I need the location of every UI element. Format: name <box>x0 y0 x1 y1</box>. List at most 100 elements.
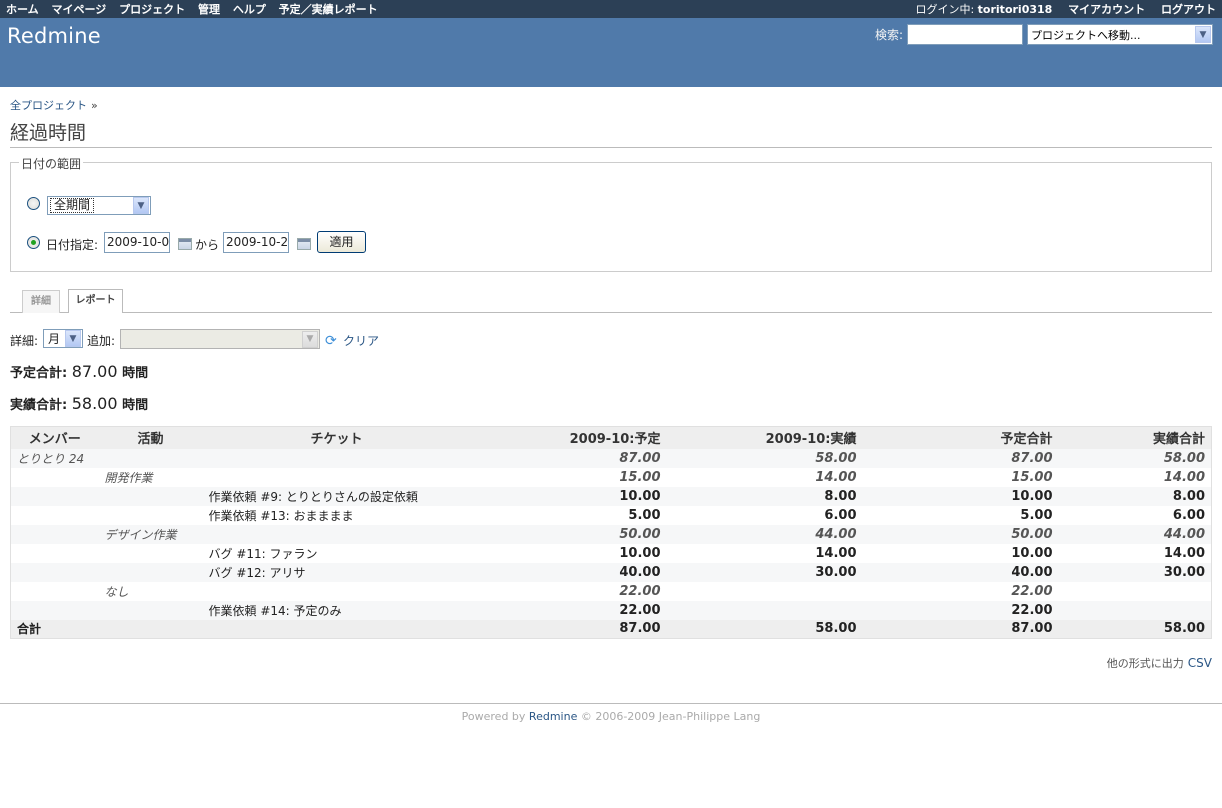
date-from-input[interactable]: 2009-10-0 <box>104 232 170 253</box>
columns-select[interactable]: 月 ▼ <box>43 329 83 348</box>
table-row: 作業依頼 #14: 予定のみ 22.00 22.00 <box>10 600 1212 620</box>
cell-member <box>10 562 99 582</box>
footer-copyright: © 2006-2009 Jean-Philippe Lang <box>580 710 761 723</box>
menu-home-link[interactable]: ホーム <box>6 3 39 16</box>
detail-label: 詳細: <box>10 334 39 348</box>
apply-button[interactable]: 適用 <box>317 231 366 253</box>
cell-planned-total: 22.00 <box>862 581 1059 601</box>
cell-member <box>10 467 99 487</box>
cell-ticket: 作業依頼 #14: 予定のみ <box>202 600 471 620</box>
footer: Powered by Redmine © 2006-2009 Jean-Phil… <box>0 703 1222 723</box>
login-user[interactable]: toritori0318 <box>978 3 1053 16</box>
cell-month-actual <box>666 581 863 601</box>
chevron-down-icon: ▼ <box>302 330 318 348</box>
cell-activity <box>98 448 203 468</box>
menu-projects-link[interactable]: プロジェクト <box>119 3 185 16</box>
menu-admin-link[interactable]: 管理 <box>198 3 220 16</box>
other-formats: 他の形式に出力 CSV <box>1107 655 1212 671</box>
breadcrumb-separator: » <box>91 99 98 112</box>
logged-in-as: ログイン中: toritori0318 <box>903 3 1052 16</box>
cell-planned-total: 15.00 <box>862 467 1059 487</box>
chevron-down-icon: ▼ <box>133 197 149 214</box>
menu-help-link[interactable]: ヘルプ <box>233 3 266 16</box>
period-select[interactable]: 全期間 ▼ <box>47 196 151 215</box>
footer-redmine-link[interactable]: Redmine <box>529 710 577 723</box>
time-report-table: メンバー 活動 チケット 2009-10:予定 2009-10:実績 予定合計 … <box>10 426 1212 639</box>
cell-month-actual: 14.00 <box>666 467 863 487</box>
column-header-ticket: チケット <box>202 426 471 449</box>
top-menu-left: ホーム マイページ プロジェクト 管理 ヘルプ 予定／実績レポート <box>6 1 387 17</box>
cell-actual-total: 30.00 <box>1058 562 1212 582</box>
menu-plan-actual-report-link[interactable]: 予定／実績レポート <box>279 3 378 16</box>
cell-month-actual: 14.00 <box>666 543 863 563</box>
csv-export-link[interactable]: CSV <box>1188 656 1212 670</box>
search-input[interactable] <box>907 24 1023 45</box>
logout-link[interactable]: ログアウト <box>1161 3 1216 16</box>
app-title: Redmine <box>7 24 101 48</box>
hours-unit: 時間 <box>122 366 149 381</box>
clear-label: クリア <box>343 334 380 348</box>
cell-actual-total: 8.00 <box>1058 486 1212 506</box>
menu-my-page-link[interactable]: マイページ <box>52 3 107 16</box>
search-label: 検索: <box>874 28 903 42</box>
cell-ticket <box>202 581 471 601</box>
planned-total: 予定合計: 87.00 時間 <box>10 362 148 381</box>
tab-report[interactable]: レポート <box>68 289 123 313</box>
login-label: ログイン中: <box>915 3 975 16</box>
column-header-member: メンバー <box>10 426 99 449</box>
tabs: 詳細 レポート <box>10 289 1212 313</box>
cell-member <box>10 505 99 525</box>
cell-month-planned: 10.00 <box>470 543 667 563</box>
cell-planned-total: 10.00 <box>862 486 1059 506</box>
chevron-down-icon: ▼ <box>1195 26 1211 43</box>
other-formats-label: 他の形式に出力 <box>1106 657 1184 670</box>
breadcrumb: 全プロジェクト » <box>10 97 98 113</box>
header: Redmine 検索: プロジェクトへ移動... ▼ <box>0 18 1222 87</box>
cell-month-actual: 58.00 <box>666 448 863 468</box>
date-range-legend: 日付の範囲 <box>19 155 84 172</box>
cell-month-actual: 30.00 <box>666 562 863 582</box>
project-jump-select[interactable]: プロジェクトへ移動... ▼ <box>1027 24 1213 45</box>
cell-month-actual <box>666 600 863 620</box>
cell-actual-total <box>1058 581 1212 601</box>
cell-activity: 開発作業 <box>98 467 203 487</box>
cell-month-planned: 40.00 <box>470 562 667 582</box>
cell-planned-total: 5.00 <box>862 505 1059 525</box>
cell-planned-total: 50.00 <box>862 524 1059 544</box>
period-type-radio-preset[interactable] <box>27 197 40 210</box>
report-criteria: 詳細: 月 ▼ 追加: ▼ ⟳ クリア <box>10 329 430 351</box>
date-range-fieldset: 日付の範囲 全期間 ▼ 日付指定: 2009-10-0 から 2009-10-2… <box>10 155 1212 272</box>
date-specify-label: 日付指定: <box>46 238 99 252</box>
total-row-label: 合計 <box>10 619 99 639</box>
cell-month-planned: 87.00 <box>470 448 667 468</box>
my-account-link[interactable]: マイアカウント <box>1068 3 1145 16</box>
page-title: 経過時間 <box>10 118 1212 148</box>
table-row: 作業依頼 #13: おまままま 5.00 6.00 5.00 6.00 <box>10 505 1212 525</box>
total-row: 合計 87.00 58.00 87.00 58.00 <box>10 619 1212 639</box>
project-jump-value: プロジェクトへ移動... <box>1031 28 1141 42</box>
total-month-actual: 58.00 <box>666 619 863 639</box>
cell-actual-total <box>1058 600 1212 620</box>
hours-unit: 時間 <box>122 398 149 413</box>
cell-ticket: バグ #12: アリサ <box>202 562 471 582</box>
cell-month-planned: 22.00 <box>470 600 667 620</box>
cell-activity <box>98 562 203 582</box>
columns-select-value: 月 <box>48 332 61 346</box>
clear-link[interactable]: ⟳ クリア <box>325 332 379 349</box>
calendar-icon[interactable] <box>297 238 311 250</box>
top-menu: ホーム マイページ プロジェクト 管理 ヘルプ 予定／実績レポート ログイン中:… <box>0 0 1222 18</box>
date-to-input[interactable]: 2009-10-2 <box>223 232 289 253</box>
cell-planned-total: 22.00 <box>862 600 1059 620</box>
table-row: 作業依頼 #9: とりとりさんの設定依頼 10.00 8.00 10.00 8.00 <box>10 486 1212 506</box>
tab-details[interactable]: 詳細 <box>22 290 60 313</box>
add-criteria-select[interactable]: ▼ <box>120 329 320 349</box>
cell-member <box>10 543 99 563</box>
table-row: バグ #12: アリサ 40.00 30.00 40.00 30.00 <box>10 562 1212 582</box>
column-header-actual-total: 実績合計 <box>1058 426 1212 449</box>
total-planned-total: 87.00 <box>862 619 1059 639</box>
period-type-radio-custom[interactable] <box>27 236 40 249</box>
calendar-icon[interactable] <box>178 238 192 250</box>
breadcrumb-all-projects[interactable]: 全プロジェクト <box>10 99 87 112</box>
actual-total: 実績合計: 58.00 時間 <box>10 394 148 413</box>
column-header-planned-total: 予定合計 <box>862 426 1059 449</box>
